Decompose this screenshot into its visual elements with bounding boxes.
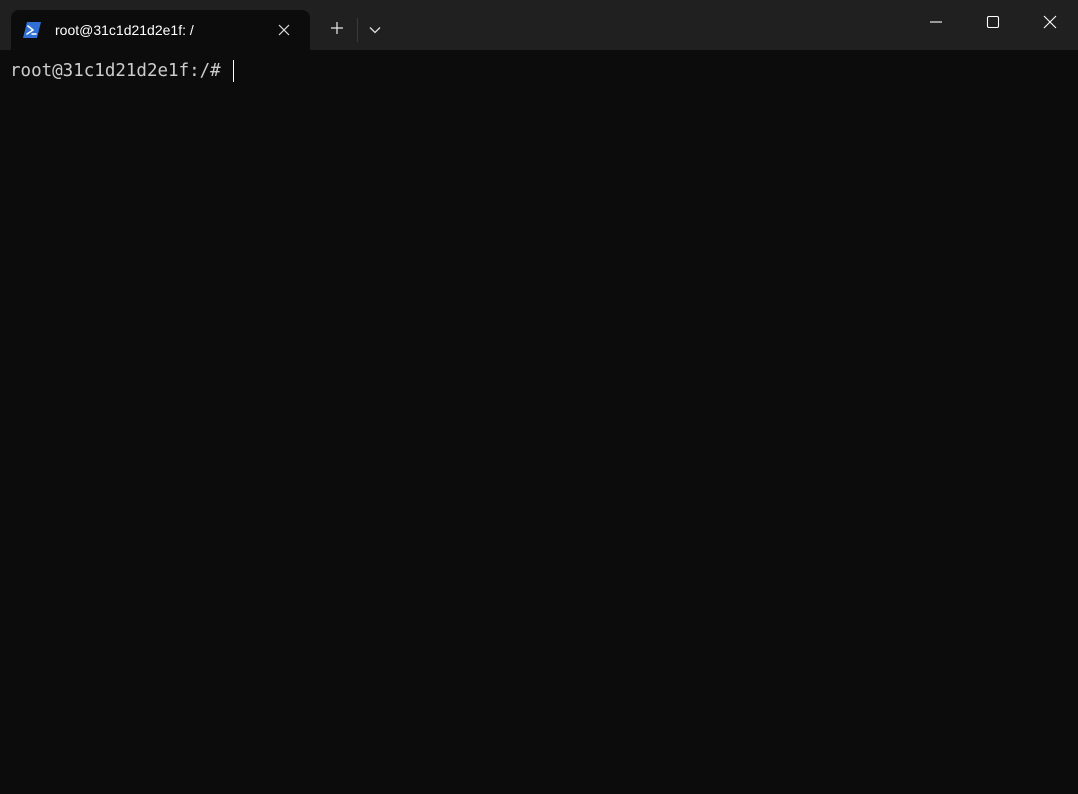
terminal-content[interactable]: root@31c1d21d2e1f:/# (0, 50, 1078, 794)
close-icon (1042, 14, 1058, 35)
tab-separator (357, 18, 358, 42)
minimize-icon (929, 15, 943, 34)
minimize-button[interactable] (907, 0, 964, 48)
profile-dropdown-button[interactable] (362, 16, 388, 44)
powershell-icon (23, 22, 41, 38)
maximize-icon (986, 15, 1000, 34)
text-cursor (232, 60, 234, 82)
chevron-down-icon (369, 21, 381, 39)
terminal-window: root@31c1d21d2e1f: / root@31c1d21d2e1f:/… (0, 0, 1078, 794)
shell-prompt: root@31c1d21d2e1f:/# (10, 61, 221, 81)
tab-title: root@31c1d21d2e1f: / (55, 22, 194, 38)
prompt-line: root@31c1d21d2e1f:/# (10, 60, 234, 82)
close-window-button[interactable] (1021, 0, 1078, 48)
plus-icon (330, 21, 344, 40)
maximize-button[interactable] (964, 0, 1021, 48)
tab-terminal[interactable]: root@31c1d21d2e1f: / (11, 10, 310, 50)
title-bar[interactable]: root@31c1d21d2e1f: / (0, 0, 1078, 50)
new-tab-button[interactable] (322, 16, 352, 44)
close-tab-icon[interactable] (275, 21, 293, 39)
